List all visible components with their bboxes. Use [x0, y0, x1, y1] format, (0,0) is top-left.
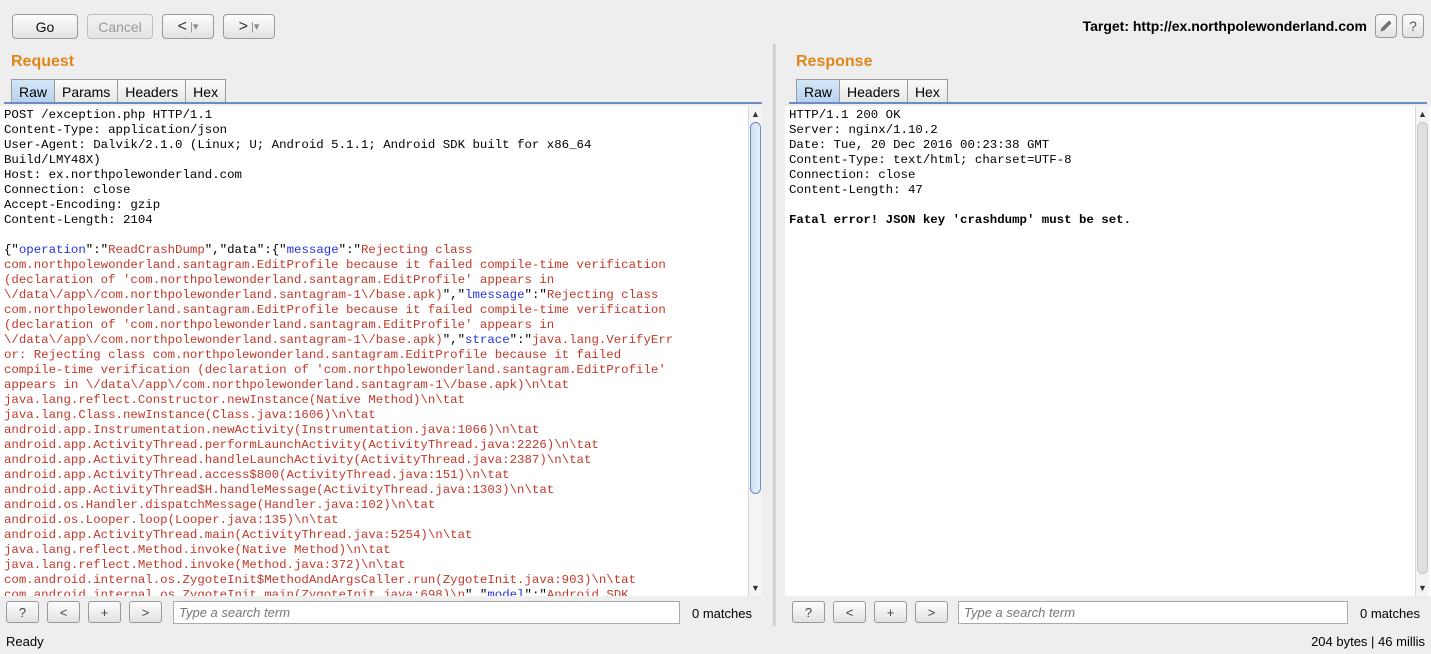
request-header-line: Content-Type: application/json [4, 123, 228, 137]
body-line: android.app.ActivityThread.handleLaunchA… [4, 453, 592, 467]
response-header-line: Connection: close [789, 168, 916, 182]
body-line: java.lang.reflect.Method.invoke(Method.j… [4, 558, 406, 572]
search-add-button[interactable]: + [874, 601, 907, 623]
toolbar: Go Cancel < |▾ > |▾ Target: http://ex.no… [0, 0, 1431, 44]
response-panel: Response Raw Headers Hex HTTP/1.1 200 OK… [785, 44, 1431, 626]
tab-headers[interactable]: Headers [839, 79, 908, 103]
response-header-line: Content-Type: text/html; charset=UTF-8 [789, 153, 1072, 167]
request-editor[interactable]: POST /exception.php HTTP/1.1 Content-Type… [0, 106, 762, 596]
request-search-bar: ? < + > 0 matches [0, 597, 770, 627]
search-help-button[interactable]: ? [6, 601, 39, 623]
tab-hex[interactable]: Hex [906, 79, 948, 103]
body-line: java.lang.Class.newInstance(Class.java:1… [4, 408, 376, 422]
tab-headers[interactable]: Headers [117, 79, 187, 103]
request-panel: Request Raw Params Headers Hex POST /exc… [0, 44, 770, 626]
body-line: com.northpolewonderland.santagram.EditPr… [4, 303, 666, 317]
body-line: android.os.Looper.loop(Looper.java:135)\… [4, 513, 339, 527]
body-line: \/data\/app\/com.northpolewonderland.san… [4, 288, 659, 302]
search-prev-button[interactable]: < [833, 601, 866, 623]
cancel-button[interactable]: Cancel [87, 14, 153, 39]
search-next-button[interactable]: > [129, 601, 162, 623]
scroll-thumb[interactable] [750, 122, 761, 494]
body-line: android.app.ActivityThread.performLaunch… [4, 438, 599, 452]
search-input[interactable] [173, 601, 680, 624]
help-button[interactable]: ? [1402, 14, 1424, 38]
scroll-up-icon[interactable]: ▲ [1416, 108, 1429, 120]
request-header-line: Accept-Encoding: gzip [4, 198, 161, 212]
go-button[interactable]: Go [12, 14, 78, 39]
tab-raw[interactable]: Raw [796, 79, 841, 103]
body-line: com.android.internal.os.ZygoteInit$Metho… [4, 573, 637, 587]
body-line: appears in \/data\/app\/com.northpolewon… [4, 378, 570, 392]
request-header-line: Content-Length: 2104 [4, 213, 153, 227]
body-line: \/data\/app\/com.northpolewonderland.san… [4, 333, 674, 347]
search-prev-button[interactable]: < [47, 601, 80, 623]
response-body-line: Fatal error! JSON key 'crashdump' must b… [789, 213, 1132, 227]
question-icon: ? [1409, 18, 1417, 34]
response-tabs: Raw Headers Hex [796, 79, 948, 103]
body-line: (declaration of 'com.northpolewonderland… [4, 318, 555, 332]
forward-button[interactable]: > |▾ [223, 14, 275, 39]
body-line: android.app.Instrumentation.newActivity(… [4, 423, 540, 437]
search-input[interactable] [958, 601, 1348, 624]
tab-raw[interactable]: Raw [11, 79, 56, 103]
split-divider[interactable] [773, 44, 776, 626]
body-line: android.app.ActivityThread$H.handleMessa… [4, 483, 555, 497]
response-search-bar: ? < + > 0 matches [785, 597, 1431, 627]
request-tabs: Raw Params Headers Hex [11, 79, 227, 103]
status-stats: 204 bytes | 46 millis [1311, 634, 1425, 649]
search-matches: 0 matches [1360, 606, 1420, 621]
forward-dropdown-icon: |▾ [250, 21, 260, 33]
response-header-line: Content-Length: 47 [789, 183, 923, 197]
request-title: Request [11, 53, 75, 70]
tab-params[interactable]: Params [54, 79, 119, 103]
response-text: HTTP/1.1 200 OK Server: nginx/1.10.2 Date:… [785, 106, 1431, 230]
body-line: com.northpolewonderland.santagram.EditPr… [4, 258, 666, 272]
scroll-up-icon[interactable]: ▲ [749, 108, 762, 120]
request-header-line: POST /exception.php HTTP/1.1 [4, 108, 213, 122]
target-label: Target: http://ex.northpolewonderland.co… [1082, 18, 1367, 34]
edit-target-button[interactable] [1375, 14, 1397, 38]
search-matches: 0 matches [692, 606, 752, 621]
request-header-line: Build/LMY48X) [4, 153, 101, 167]
search-help-button[interactable]: ? [792, 601, 825, 623]
request-header-line: Connection: close [4, 183, 131, 197]
body-line: or: Rejecting class com.northpolewonderl… [4, 348, 622, 362]
request-scrollbar[interactable]: ▲ ▼ [748, 106, 762, 596]
request-text: POST /exception.php HTTP/1.1 Content-Type… [0, 106, 762, 596]
response-header-line: Date: Tue, 20 Dec 2016 00:23:38 GMT [789, 138, 1050, 152]
response-scrollbar[interactable]: ▲ ▼ [1415, 106, 1429, 596]
body-line: java.lang.reflect.Method.invoke(Native M… [4, 543, 391, 557]
response-editor[interactable]: HTTP/1.1 200 OK Server: nginx/1.10.2 Date:… [785, 106, 1431, 596]
search-next-button[interactable]: > [915, 601, 948, 623]
body-line: (declaration of 'com.northpolewonderland… [4, 273, 555, 287]
request-header-line: Host: ex.northpolewonderland.com [4, 168, 242, 182]
body-line: java.lang.reflect.Constructor.newInstanc… [4, 393, 466, 407]
back-button[interactable]: < |▾ [162, 14, 214, 39]
scroll-down-icon[interactable]: ▼ [1416, 582, 1429, 594]
scroll-down-icon[interactable]: ▼ [749, 582, 762, 594]
tab-hex[interactable]: Hex [185, 79, 227, 103]
forward-arrow-icon: > [238, 17, 248, 35]
back-arrow-icon: < [177, 17, 187, 35]
pencil-icon [1380, 20, 1392, 32]
body-line: android.app.ActivityThread.access$800(Ac… [4, 468, 510, 482]
scroll-thumb[interactable] [1417, 122, 1428, 574]
tab-underline [4, 102, 762, 104]
response-header-line: Server: nginx/1.10.2 [789, 123, 938, 137]
response-header-line: HTTP/1.1 200 OK [789, 108, 901, 122]
response-title: Response [796, 53, 873, 70]
status-text: Ready [6, 634, 44, 649]
body-line: compile-time verification (declaration o… [4, 363, 666, 377]
body-line: com.android.internal.os.ZygoteInit.main(… [4, 588, 629, 596]
back-dropdown-icon: |▾ [189, 21, 199, 33]
body-line: android.app.ActivityThread.main(Activity… [4, 528, 473, 542]
body-line: android.os.Handler.dispatchMessage(Handl… [4, 498, 436, 512]
request-header-line: User-Agent: Dalvik/2.1.0 (Linux; U; Andr… [4, 138, 592, 152]
search-add-button[interactable]: + [88, 601, 121, 623]
tab-underline [789, 102, 1427, 104]
body-line: {"operation":"ReadCrashDump","data":{"me… [4, 243, 473, 257]
